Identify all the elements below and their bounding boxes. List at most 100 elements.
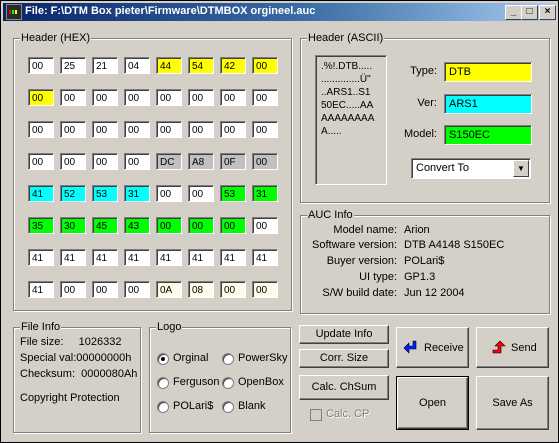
hex-cell[interactable]: 45 [92,217,118,234]
receive-button[interactable]: Receive [396,327,469,368]
hex-cell[interactable]: 00 [252,89,278,106]
hex-cell[interactable]: 41 [124,249,150,266]
hex-cell[interactable]: 41 [252,249,278,266]
save-as-button[interactable]: Save As [476,376,549,430]
hex-cell[interactable]: 00 [92,281,118,298]
convert-to-value: Convert To [416,162,469,174]
minimize-button[interactable]: _ [505,5,522,20]
hex-cell[interactable]: 21 [92,57,118,74]
chevron-down-icon[interactable]: ▼ [513,160,529,177]
hex-cell[interactable]: 43 [124,217,150,234]
hex-cell[interactable]: 00 [252,57,278,74]
app-icon [6,4,22,20]
close-button[interactable]: × [539,5,556,20]
radio-powersky-label[interactable]: PowerSky [238,352,288,364]
hex-cell[interactable]: 00 [220,89,246,106]
radio-openbox-label[interactable]: OpenBox [238,376,284,388]
hex-cell[interactable]: 00 [60,121,86,138]
radio-ferguson[interactable] [157,377,169,389]
hex-cell[interactable]: 53 [220,185,246,202]
hex-cell[interactable]: 00 [188,89,214,106]
calc-cp-label[interactable]: Calc. CP [326,408,369,420]
auc-info-label: AUC Info [307,209,354,221]
hex-cell[interactable]: 54 [188,57,214,74]
type-field[interactable]: DTB [444,62,532,82]
hex-cell[interactable]: 00 [188,121,214,138]
calc-cp-checkbox[interactable] [310,409,322,421]
radio-polaris-label[interactable]: POLari$ [173,400,213,412]
hex-cell[interactable]: 00 [252,153,278,170]
hex-cell[interactable]: 41 [28,281,54,298]
hex-cell[interactable]: 52 [60,185,86,202]
hex-cell[interactable]: A8 [188,153,214,170]
send-button[interactable]: Send [476,327,549,368]
maximize-button[interactable]: □ [521,5,538,20]
hex-cell[interactable]: 00 [124,121,150,138]
calc-chsum-button[interactable]: Calc. ChSum [299,375,389,400]
hex-cell[interactable]: 25 [60,57,86,74]
radio-polaris[interactable] [157,401,169,413]
corr-size-button[interactable]: Corr. Size [299,349,389,368]
hex-cell[interactable]: 35 [28,217,54,234]
hex-cell[interactable]: 00 [156,185,182,202]
hex-cell[interactable]: 00 [124,89,150,106]
hex-cell[interactable]: 41 [156,249,182,266]
hex-cell[interactable]: 00 [92,153,118,170]
hex-cell[interactable]: 00 [220,121,246,138]
hex-cell[interactable]: 00 [60,153,86,170]
hex-cell[interactable]: 00 [28,121,54,138]
hex-cell[interactable]: 00 [28,153,54,170]
hex-cell[interactable]: DC [156,153,182,170]
hex-cell[interactable]: 00 [28,57,54,74]
hex-cell[interactable]: 00 [28,89,54,106]
hex-cell[interactable]: 44 [156,57,182,74]
hex-cell[interactable]: 41 [92,249,118,266]
hex-cell[interactable]: 00 [220,217,246,234]
hex-cell[interactable]: 41 [28,249,54,266]
hex-cell[interactable]: 00 [124,281,150,298]
main-window: File: F:\DTM Box pieter\Firmware\DTMBOX … [0,0,559,443]
radio-powersky[interactable] [222,353,234,365]
radio-blank-label[interactable]: Blank [238,400,266,412]
hex-cell[interactable]: 08 [188,281,214,298]
hex-cell[interactable]: 00 [60,89,86,106]
hex-cell[interactable]: 00 [188,185,214,202]
radio-blank[interactable] [222,401,234,413]
hex-cell[interactable]: 00 [220,281,246,298]
hex-cell[interactable]: 00 [156,89,182,106]
hex-cell[interactable]: 31 [252,185,278,202]
open-button[interactable]: Open [396,376,469,430]
hex-cell[interactable]: 00 [252,217,278,234]
hex-cell[interactable]: 42 [220,57,246,74]
convert-to-select[interactable]: Convert To ▼ [411,158,531,179]
hex-cell[interactable]: 53 [92,185,118,202]
hex-cell[interactable]: 04 [124,57,150,74]
ver-field[interactable]: ARS1 [444,94,532,114]
radio-openbox[interactable] [222,377,234,389]
model-field[interactable]: S150EC [444,125,532,145]
hex-cell[interactable]: 00 [60,281,86,298]
hex-cell[interactable]: 00 [124,153,150,170]
checksum-text: Checksum: 0000080Ah [20,368,138,380]
send-label: Send [511,342,537,354]
hex-cell[interactable]: 00 [252,121,278,138]
hex-cell[interactable]: 00 [156,121,182,138]
hex-cell[interactable]: 41 [188,249,214,266]
hex-cell[interactable]: 00 [252,281,278,298]
hex-cell[interactable]: 0A [156,281,182,298]
radio-orginal[interactable] [157,353,169,365]
hex-cell[interactable]: 00 [92,89,118,106]
radio-ferguson-label[interactable]: Ferguson [173,376,219,388]
hex-cell[interactable]: 00 [188,217,214,234]
hex-cell[interactable]: 41 [28,185,54,202]
hex-cell[interactable]: 00 [92,121,118,138]
hex-cell[interactable]: 41 [220,249,246,266]
hex-cell[interactable]: 30 [60,217,86,234]
hex-cell[interactable]: 41 [60,249,86,266]
hex-cell[interactable]: 31 [124,185,150,202]
model-name-value: Arion [404,224,430,236]
radio-orginal-label[interactable]: Orginal [173,352,208,364]
hex-cell[interactable]: 00 [156,217,182,234]
hex-cell[interactable]: 0F [220,153,246,170]
update-info-button[interactable]: Update Info [299,325,389,344]
